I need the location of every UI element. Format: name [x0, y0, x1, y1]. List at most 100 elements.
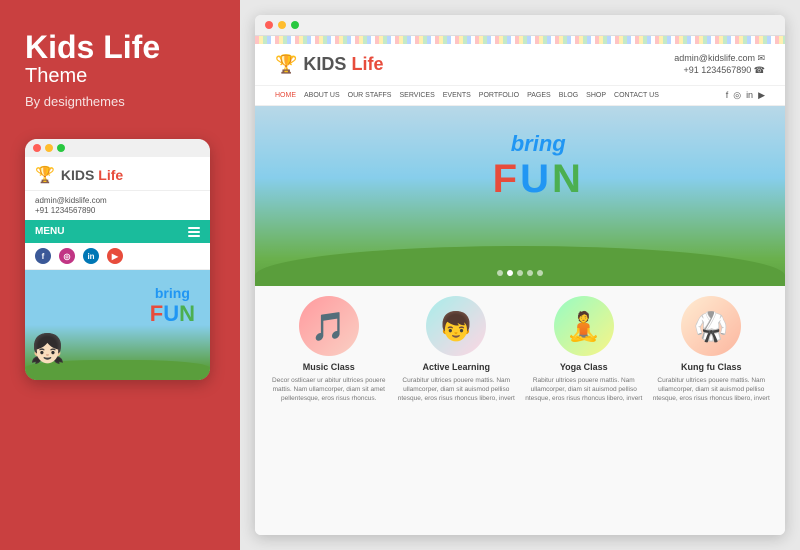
- mobile-logo: KIDS Life: [61, 167, 123, 183]
- mobile-preview: 🏆 KIDS Life admin@kidslife.com +91 12345…: [25, 139, 210, 380]
- kungfu-class-desc: Curabitur ultrices pouere mattis. Nam ul…: [653, 376, 771, 403]
- mobile-social-icons: f ◎ in ▶: [25, 243, 210, 270]
- dots-pattern: [255, 36, 785, 44]
- dot-red: [33, 144, 41, 152]
- classes-grid: 🎵 Music Class Decor ostlicaer ur abitur …: [270, 296, 770, 403]
- nav-staffs[interactable]: OUR STAFFS: [348, 92, 392, 99]
- mobile-contact: admin@kidslife.com +91 1234567890: [25, 191, 210, 220]
- dot-green: [57, 144, 65, 152]
- nav-home[interactable]: HOME: [275, 92, 296, 99]
- nav-aboutus[interactable]: ABOUT US: [304, 92, 340, 99]
- yoga-class-card: 🧘 Yoga Class Rabitur ultrices pouere mat…: [525, 296, 643, 403]
- linkedin-icon[interactable]: in: [83, 248, 99, 264]
- browser-chrome: [255, 15, 785, 36]
- youtube-icon[interactable]: ▶: [107, 248, 123, 264]
- kids-text: KIDS: [61, 167, 94, 183]
- kungfu-class-card: 🥋 Kung fu Class Curabitur ultrices pouer…: [653, 296, 771, 403]
- life-text: Life: [98, 167, 123, 183]
- desktop-instagram-icon[interactable]: ◎: [733, 90, 741, 101]
- desktop-life-text: Life: [351, 54, 383, 74]
- hero-dot-3: [517, 270, 523, 276]
- left-panel: Kids Life Theme By designthemes 🏆 KIDS L…: [0, 0, 240, 550]
- mobile-email: admin@kidslife.com: [35, 196, 200, 205]
- desktop-header: 🏆 KIDS Life admin@kidslife.com ✉ +91 123…: [255, 36, 785, 106]
- trophy-icon: 🏆: [35, 165, 55, 185]
- fun-text: FUN: [493, 157, 584, 202]
- menu-label: MENU: [35, 226, 64, 237]
- yoga-class-desc: Rabitur ultrices pouere mattis. Nam ulla…: [525, 376, 643, 403]
- mobile-fun-text: FUN: [150, 301, 195, 327]
- instagram-icon[interactable]: ◎: [59, 248, 75, 264]
- mobile-hero-text: bring FUN: [150, 285, 195, 327]
- desktop-social-icons: f ◎ in ▶: [726, 90, 765, 101]
- theme-title: Kids Life: [25, 30, 160, 65]
- kungfu-class-name: Kung fu Class: [653, 362, 771, 372]
- yoga-class-name: Yoga Class: [525, 362, 643, 372]
- mobile-menu-bar[interactable]: MENU: [25, 220, 210, 243]
- desktop-linkedin-icon[interactable]: in: [746, 90, 753, 101]
- classes-section: 🎵 Music Class Decor ostlicaer ur abitur …: [255, 286, 785, 535]
- fun-f: F: [150, 301, 163, 326]
- music-class-name: Music Class: [270, 362, 388, 372]
- mobile-kids-image: 👧🏻: [30, 332, 65, 365]
- learning-class-card: 👦 Active Learning Curabitur ultrices pou…: [398, 296, 516, 403]
- nav-blog[interactable]: BLOG: [559, 92, 578, 99]
- browser-dot-red: [265, 21, 273, 29]
- hamburger-line: [188, 227, 200, 229]
- hero-grass: [255, 246, 785, 286]
- hero-dot-4: [527, 270, 533, 276]
- desktop-email: admin@kidslife.com ✉: [674, 53, 765, 64]
- facebook-icon[interactable]: f: [35, 248, 51, 264]
- hero-dot-1: [497, 270, 503, 276]
- hero-dot-2: [507, 270, 513, 276]
- desktop-logo-text: KIDS Life: [303, 54, 383, 75]
- fun-letter-f: F: [493, 157, 520, 201]
- hero-text: bring FUN: [493, 131, 584, 202]
- browser-dots: [25, 139, 210, 157]
- learning-class-avatar: 👦: [426, 296, 486, 356]
- nav-pages[interactable]: PAGES: [527, 92, 551, 99]
- music-class-card: 🎵 Music Class Decor ostlicaer ur abitur …: [270, 296, 388, 403]
- browser-dot-green: [291, 21, 299, 29]
- bring-text: bring: [493, 131, 584, 157]
- hero-dots: [497, 270, 543, 276]
- kungfu-class-avatar: 🥋: [681, 296, 741, 356]
- dot-yellow: [45, 144, 53, 152]
- header-top: 🏆 KIDS Life admin@kidslife.com ✉ +91 123…: [255, 44, 785, 86]
- mobile-hero: bring FUN 👧🏻: [25, 270, 210, 380]
- hamburger-line: [188, 235, 200, 237]
- by-author: By designthemes: [25, 94, 125, 109]
- hero-dot-5: [537, 270, 543, 276]
- yoga-class-avatar: 🧘: [554, 296, 614, 356]
- mobile-phone: +91 1234567890: [35, 206, 200, 215]
- desktop-facebook-icon[interactable]: f: [726, 90, 729, 101]
- fun-n: N: [179, 301, 195, 326]
- desktop-logo: 🏆 KIDS Life: [275, 54, 383, 75]
- nav-contact[interactable]: CONTACT US: [614, 92, 659, 99]
- right-panel: 🏆 KIDS Life admin@kidslife.com ✉ +91 123…: [240, 0, 800, 550]
- nav-portfolio[interactable]: PORTFOLIO: [479, 92, 519, 99]
- fun-letter-n: N: [552, 157, 584, 201]
- theme-subtitle: Theme: [25, 65, 87, 88]
- learning-class-name: Active Learning: [398, 362, 516, 372]
- nav-events[interactable]: EVENTS: [443, 92, 471, 99]
- desktop-phone: +91 1234567890 ☎: [674, 65, 765, 76]
- fun-letter-u: U: [520, 157, 552, 201]
- hamburger-icon[interactable]: [188, 227, 200, 237]
- desktop-kids-text: KIDS: [303, 54, 346, 74]
- desktop-hero: bring FUN: [255, 106, 785, 286]
- fun-u: U: [163, 301, 179, 326]
- nav-shop[interactable]: SHOP: [586, 92, 606, 99]
- hamburger-line: [188, 231, 200, 233]
- browser-dot-yellow: [278, 21, 286, 29]
- music-class-desc: Decor ostlicaer ur abitur ultrices pouer…: [270, 376, 388, 403]
- music-class-avatar: 🎵: [299, 296, 359, 356]
- learning-class-desc: Curabitur ultrices pouere mattis. Nam ul…: [398, 376, 516, 403]
- desktop-trophy-icon: 🏆: [275, 54, 297, 75]
- nav-links: HOME ABOUT US OUR STAFFS SERVICES EVENTS…: [275, 92, 659, 99]
- desktop-youtube-icon[interactable]: ▶: [758, 90, 765, 101]
- nav-services[interactable]: SERVICES: [399, 92, 434, 99]
- desktop-nav: HOME ABOUT US OUR STAFFS SERVICES EVENTS…: [255, 86, 785, 105]
- desktop-browser: 🏆 KIDS Life admin@kidslife.com ✉ +91 123…: [255, 15, 785, 535]
- mobile-nav-bar: 🏆 KIDS Life: [25, 157, 210, 191]
